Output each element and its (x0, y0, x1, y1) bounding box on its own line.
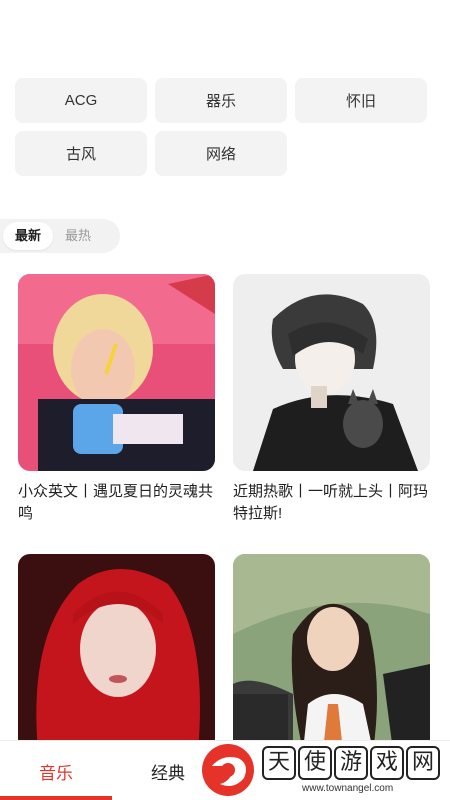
watermark-chars: 天 使 游 戏 网 (262, 746, 440, 780)
tag-row: ACG 器乐 怀旧 (15, 78, 430, 123)
active-tab-indicator (0, 796, 112, 800)
watermark-char: 天 (262, 746, 296, 780)
playlist-card[interactable]: 近期热歌丨一听就上头丨阿玛特拉斯! (233, 274, 430, 525)
playlist-title: 近期热歌丨一听就上头丨阿玛特拉斯! (233, 483, 429, 522)
tag-nostalgic[interactable]: 怀旧 (295, 78, 427, 123)
watermark-char: 游 (334, 746, 368, 780)
watermark-char: 使 (298, 746, 332, 780)
tag-instrumental[interactable]: 器乐 (155, 78, 287, 123)
tab-music[interactable]: 音乐 (39, 759, 73, 784)
playlist-card[interactable] (233, 554, 430, 761)
tab-classic[interactable]: 经典 (151, 759, 185, 784)
playlist-card[interactable] (18, 554, 215, 761)
playlist-cover-image (18, 274, 215, 471)
sort-hottest[interactable]: 最热 (53, 222, 103, 250)
tag-acg[interactable]: ACG (15, 78, 147, 123)
watermark-char: 戏 (370, 746, 404, 780)
tag-ancient-style[interactable]: 古风 (15, 131, 147, 176)
playlist-cover-image (233, 274, 430, 471)
tag-internet[interactable]: 网络 (155, 131, 287, 176)
watermark-url: www.townangel.com (302, 783, 394, 794)
watermark-logo-icon (202, 744, 254, 796)
sort-toggle: 最新 最热 (0, 219, 120, 253)
sort-latest[interactable]: 最新 (3, 222, 54, 250)
category-tags: ACG 器乐 怀旧 古风 网络 (15, 78, 430, 184)
playlist-title: 小众英文丨遇见夏日的灵魂共鸣 (18, 483, 214, 522)
playlist-cover-image (233, 554, 430, 751)
site-watermark: 天 使 游 戏 网 www.townangel.com (200, 742, 448, 800)
playlist-cover-image (18, 554, 215, 751)
watermark-char: 网 (406, 746, 440, 780)
playlist-card[interactable]: 小众英文丨遇见夏日的灵魂共鸣 (18, 274, 215, 525)
tag-row: 古风 网络 (15, 131, 430, 176)
